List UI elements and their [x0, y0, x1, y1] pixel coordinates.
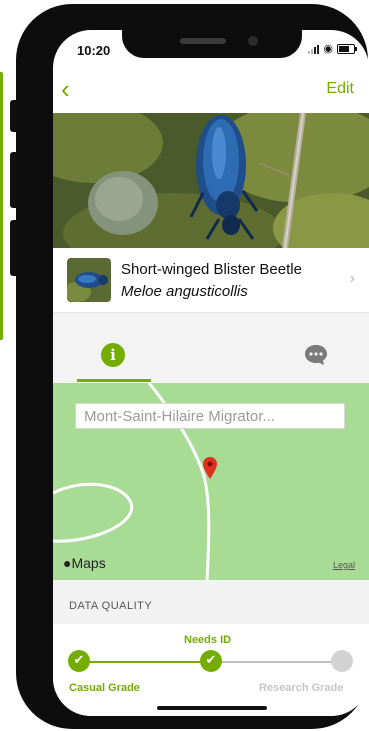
- battery-icon: [337, 44, 357, 54]
- grade-label-casual: Casual Grade: [69, 682, 140, 694]
- grade-dot-casual: ✔: [68, 650, 90, 672]
- check-icon: ✔: [205, 653, 217, 668]
- grade-dot-needs-id: ✔: [200, 650, 222, 672]
- app-screen: 10:20 ◉ ‹ Edit Short-winged Blister Beet…: [53, 30, 369, 716]
- wifi-icon: ◉: [323, 43, 333, 55]
- map-view[interactable]: Mont-Saint-Hilaire Migrator... ●Maps Leg…: [53, 383, 369, 580]
- tab-bar: i ★: [53, 313, 369, 383]
- grade-label-research: Research Grade: [259, 682, 344, 694]
- side-accent-bar: [0, 72, 3, 340]
- grade-label-needs-id: Needs ID: [184, 634, 232, 646]
- home-indicator[interactable]: [157, 706, 267, 710]
- species-common-name: Short-winged Blister Beetle: [121, 261, 302, 278]
- status-time: 10:20: [77, 43, 111, 58]
- phone-frame: 10:20 ◉ ‹ Edit Short-winged Blister Beet…: [16, 4, 369, 729]
- quality-track-progress: [78, 661, 211, 663]
- active-tab-indicator: [77, 379, 151, 382]
- species-row[interactable]: Short-winged Blister Beetle Meloe angust…: [53, 248, 369, 313]
- chevron-right-icon: ›: [349, 270, 355, 287]
- tab-activity[interactable]: [158, 313, 327, 383]
- species-scientific-name: Meloe angusticollis: [121, 283, 248, 300]
- grade-dot-research: [331, 650, 353, 672]
- data-quality-header: DATA QUALITY: [53, 580, 369, 624]
- location-field[interactable]: Mont-Saint-Hilaire Migrator...: [75, 403, 345, 429]
- edit-button[interactable]: Edit: [326, 80, 354, 98]
- notch: [122, 30, 302, 58]
- front-camera: [248, 36, 258, 46]
- info-icon: i: [101, 343, 125, 367]
- chevron-left-icon[interactable]: ‹: [61, 76, 70, 102]
- observation-photo[interactable]: [53, 113, 369, 248]
- signal-icon: [308, 44, 320, 54]
- data-quality-meter: Needs ID ✔ ✔ Casual Grade Research Grade: [53, 624, 369, 716]
- maps-logo: ●Maps: [63, 555, 106, 571]
- legal-link[interactable]: Legal: [333, 560, 355, 570]
- status-icons: ◉: [308, 43, 357, 55]
- map-pin-icon[interactable]: [203, 457, 217, 479]
- data-quality-title: DATA QUALITY: [69, 600, 153, 612]
- tab-favorites[interactable]: ★: [263, 313, 368, 383]
- tab-info[interactable]: i: [53, 313, 158, 383]
- speaker: [180, 38, 226, 44]
- check-icon: ✔: [73, 653, 85, 668]
- species-thumbnail: [67, 258, 111, 302]
